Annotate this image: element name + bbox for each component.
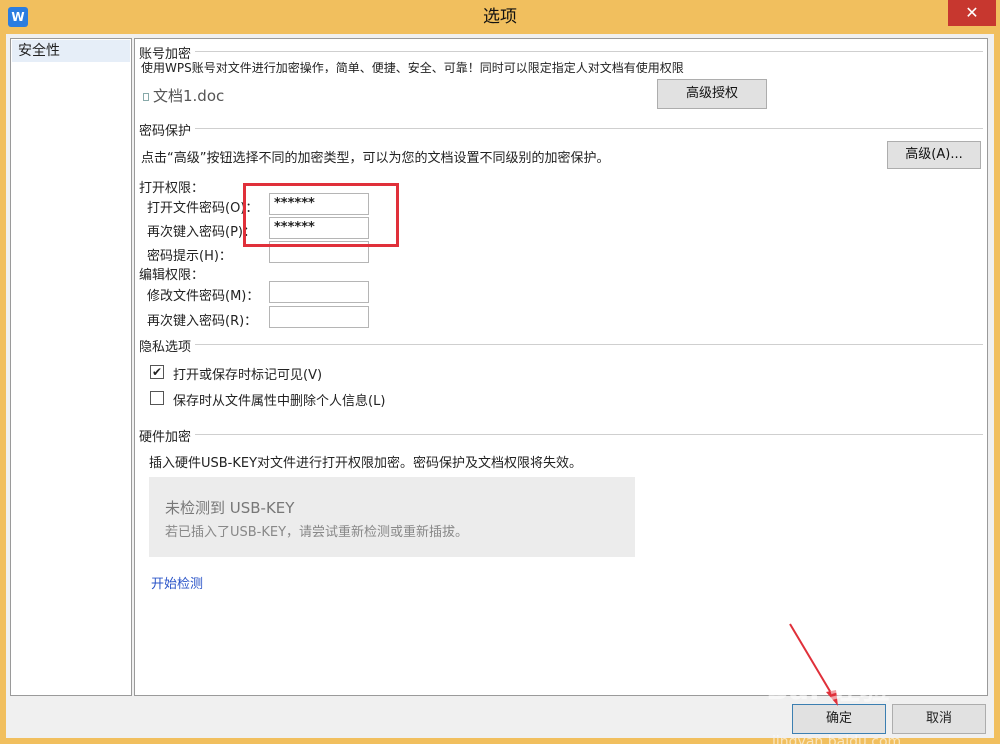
password-hint-label: 密码提示(H)：: [147, 249, 232, 264]
usb-hint: 若已插入了USB-KEY，请尝试重新检测或重新插拔。: [165, 525, 469, 540]
mark-visible-checkbox[interactable]: ✔: [150, 365, 164, 379]
remove-personal-info-label: 保存时从文件属性中删除个人信息(L): [173, 394, 386, 409]
open-permission-title: 打开权限：: [139, 181, 205, 196]
title-bar: W 选项 ✕: [0, 0, 1000, 34]
section-divider: [139, 51, 983, 52]
section-divider: [139, 434, 983, 435]
usb-status: 未检测到 USB-KEY: [165, 499, 295, 517]
modify-password-field[interactable]: [269, 281, 369, 303]
remove-personal-info-checkbox[interactable]: [150, 391, 164, 405]
doc-file: 文档1.doc: [143, 85, 224, 106]
section-divider: [139, 344, 983, 345]
modify-password-label: 修改文件密码(M)：: [147, 289, 260, 304]
edit-permission-title: 编辑权限：: [139, 268, 205, 283]
document-icon: [143, 92, 149, 101]
start-detect-link[interactable]: 开始检测: [151, 573, 203, 592]
doc-name: 文档1.doc: [153, 87, 225, 105]
baidu-watermark: Bai 经验: [766, 672, 890, 707]
account-encryption-description: 使用WPS账号对文件进行加密操作，简单、便捷、安全、可靠！同时可以限定指定人对文…: [141, 61, 684, 73]
window-title: 选项: [483, 7, 517, 27]
dialog-body: 安全性 账号加密 使用WPS账号对文件进行加密操作，简单、便捷、安全、可靠！同时…: [6, 34, 994, 744]
usb-status-box: 未检测到 USB-KEY 若已插入了USB-KEY，请尝试重新检测或重新插拔。: [149, 477, 635, 557]
category-sidebar: 安全性: [10, 38, 132, 696]
advanced-button[interactable]: 高级(A)...: [887, 141, 981, 169]
sidebar-item-security[interactable]: 安全性: [12, 40, 130, 62]
advanced-auth-button[interactable]: 高级授权: [657, 79, 767, 109]
mark-visible-label: 打开或保存时标记可见(V): [173, 368, 323, 383]
privacy-title: 隐私选项: [139, 336, 196, 355]
confirm-modify-password-label: 再次键入密码(R)：: [147, 314, 258, 329]
password-protection-description: 点击“高级”按钮选择不同的加密类型，可以为您的文档设置不同级别的加密保护。: [141, 151, 610, 166]
highlight-box: [243, 183, 399, 247]
close-button[interactable]: ✕: [948, 0, 996, 26]
password-protection-title: 密码保护: [139, 120, 196, 139]
baidu-watermark-url: jingyan.baidu.com: [772, 734, 902, 744]
confirm-open-password-label: 再次键入密码(P)：: [147, 225, 256, 240]
open-password-label: 打开文件密码(O)：: [147, 201, 259, 216]
hardware-description: 插入硬件USB-KEY对文件进行打开权限加密。密码保护及文档权限将失效。: [149, 456, 583, 471]
security-panel: 账号加密 使用WPS账号对文件进行加密操作，简单、便捷、安全、可靠！同时可以限定…: [134, 38, 988, 696]
cancel-button[interactable]: 取消: [892, 704, 986, 734]
section-divider: [139, 128, 983, 129]
hardware-encryption-title: 硬件加密: [139, 426, 196, 445]
confirm-modify-password-field[interactable]: [269, 306, 369, 328]
